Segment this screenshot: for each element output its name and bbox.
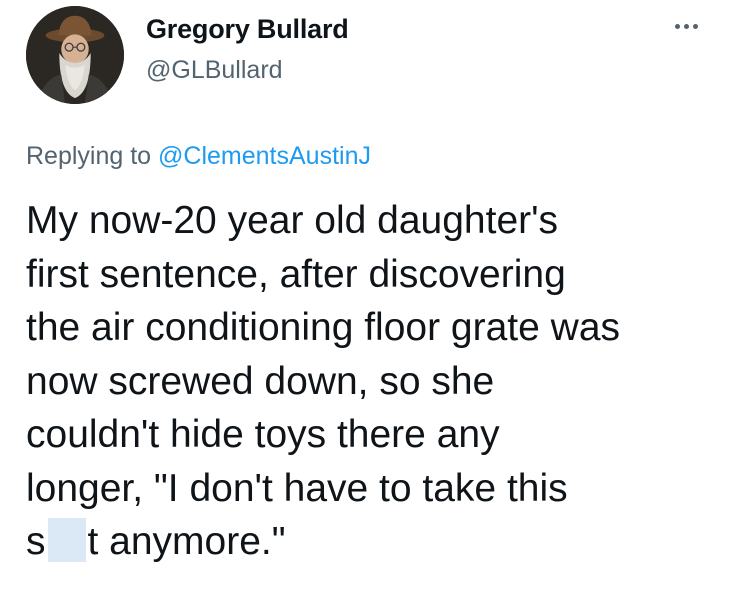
replying-to: Replying to @ClementsAustinJ <box>26 142 371 171</box>
censor-box <box>47 518 86 562</box>
user-handle[interactable]: @GLBullard <box>146 56 283 85</box>
tweet-text-fragment: t anymore." <box>87 520 286 563</box>
more-horizontal-icon <box>692 23 698 29</box>
tweet-text-fragment: s <box>26 520 46 563</box>
tweet-text-line: now screwed down, so she <box>26 359 495 403</box>
tweet-text-line: first sentence, after discovering <box>26 252 566 296</box>
avatar-photo <box>26 6 124 104</box>
tweet-text-line: the air conditioning floor grate was <box>26 306 621 349</box>
tweet-text-line: My now-20 year old daughter's <box>26 199 559 242</box>
display-name[interactable]: Gregory Bullard <box>146 14 349 45</box>
tweet-text-line-last: s t anymore." <box>26 515 726 569</box>
tweet-text-line: couldn't hide toys there any <box>26 413 500 456</box>
more-options-button[interactable] <box>664 14 708 38</box>
reply-mention-link[interactable]: @ClementsAustinJ <box>158 142 371 170</box>
more-horizontal-icon <box>674 23 680 29</box>
tweet-text: My now-20 year old daughter's first sent… <box>26 194 726 569</box>
tweet-text-line: longer, "I don't have to take this <box>26 466 568 510</box>
more-horizontal-icon <box>683 23 689 29</box>
replying-to-label: Replying to <box>26 142 159 170</box>
avatar[interactable] <box>26 6 124 104</box>
tweet-card: Gregory Bullard @GLBullard Replying to @… <box>0 0 730 616</box>
